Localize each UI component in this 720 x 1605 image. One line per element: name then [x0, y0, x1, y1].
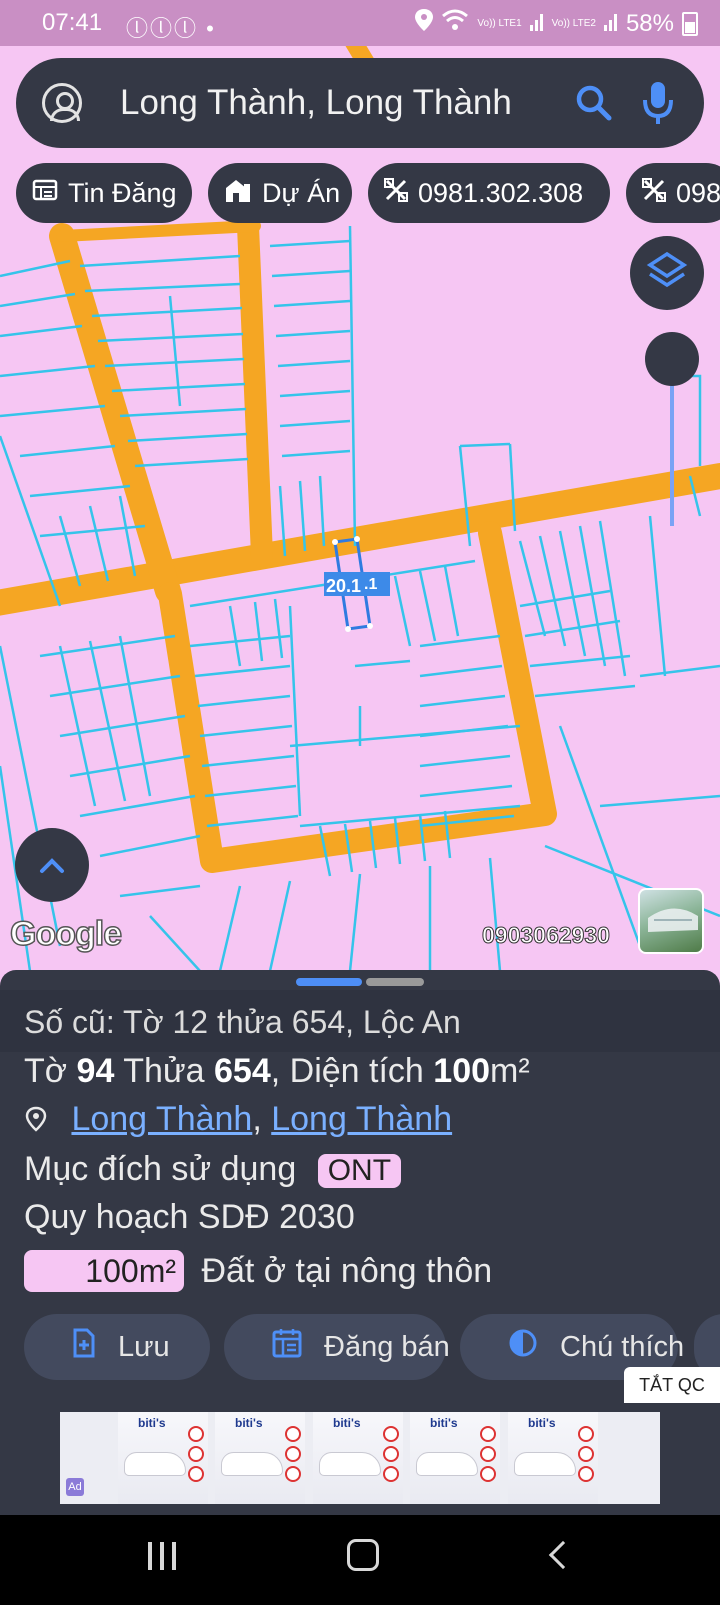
- tools-icon: [384, 177, 408, 209]
- plan-area-box: 100m²: [24, 1250, 184, 1292]
- chip-label: 0981.302.308: [418, 177, 584, 208]
- close-ad-button[interactable]: TẮT QC: [624, 1367, 720, 1403]
- calendar-icon: [272, 1328, 302, 1366]
- ad-badges: [285, 1426, 303, 1496]
- chip-tin-dang[interactable]: Tin Đăng: [16, 163, 192, 223]
- signal1-icon: [529, 10, 544, 38]
- system-nav-bar: [0, 1515, 720, 1605]
- wifi-icon: [441, 9, 469, 38]
- location-pin-icon: [24, 1100, 71, 1138]
- shoe-image: [124, 1452, 186, 1476]
- mic-icon[interactable]: [638, 80, 678, 126]
- to-label: Tờ: [24, 1052, 68, 1090]
- chip-phone-1[interactable]: 0981.302.308: [368, 163, 610, 223]
- search-bar[interactable]: Long Thành, Long Thành: [16, 58, 704, 148]
- parcel-summary: Tờ 94 Thửa 654, Diện tích 100m²: [24, 1052, 530, 1091]
- ad-product[interactable]: biti's: [313, 1412, 403, 1504]
- listing-icon: [32, 178, 58, 209]
- search-query[interactable]: Long Thành, Long Thành: [120, 83, 574, 123]
- parcel-label: 20.1: [326, 576, 361, 596]
- ad-brand: biti's: [333, 1416, 361, 1430]
- ad-banner[interactable]: biti's biti's biti's biti's biti's: [60, 1412, 660, 1504]
- ad-choices-icon[interactable]: Ad: [66, 1478, 84, 1496]
- post-sale-label: Đăng bán: [324, 1330, 450, 1363]
- post-sale-button[interactable]: Đăng bán: [224, 1314, 450, 1380]
- shoe-image: [416, 1452, 478, 1476]
- status-time: 07:41: [42, 9, 103, 36]
- ad-product[interactable]: biti's: [410, 1412, 500, 1504]
- status-bar: 07:41 ⓛⓛⓛ • Vo)) LTE1 Vo)) LTE2 58%: [0, 0, 720, 46]
- shoe-image: [221, 1452, 283, 1476]
- plan-row: 100m² Đất ở tại nông thôn: [24, 1250, 492, 1292]
- ad-badges: [480, 1426, 498, 1496]
- shoe-image: [319, 1452, 381, 1476]
- legend-label: Chú thích: [560, 1330, 685, 1363]
- recent-apps-icon[interactable]: [148, 1542, 178, 1570]
- ad-badges: [383, 1426, 401, 1496]
- chip-phone-2[interactable]: 098: [626, 163, 720, 223]
- plan-label: Quy hoạch SDĐ 2030: [24, 1198, 355, 1236]
- tools-icon: [642, 177, 666, 209]
- save-file-icon: [72, 1328, 96, 1366]
- google-watermark: Google: [9, 914, 123, 954]
- layers-button[interactable]: [630, 236, 704, 310]
- usage-label: Mục đích sử dụng: [24, 1150, 297, 1188]
- ad-brand: biti's: [235, 1416, 263, 1430]
- home-icon[interactable]: [347, 1539, 379, 1571]
- ad-product[interactable]: biti's: [215, 1412, 305, 1504]
- ad-brand: biti's: [528, 1416, 556, 1430]
- location-separator: ,: [252, 1100, 262, 1138]
- chip-du-an[interactable]: Dự Án: [208, 163, 352, 223]
- status-right: Vo)) LTE1 Vo)) LTE2 58%: [415, 9, 698, 38]
- battery-icon: [682, 11, 698, 36]
- ad-brand: biti's: [138, 1416, 166, 1430]
- ad-product[interactable]: biti's: [508, 1412, 598, 1504]
- chip-label: 098: [676, 177, 720, 208]
- shoe-image: [514, 1452, 576, 1476]
- notification-icons: ⓛⓛⓛ •: [126, 16, 216, 41]
- chevron-up-icon: [15, 858, 89, 906]
- sim1-indicator: Vo)) LTE1: [477, 17, 522, 29]
- search-icon[interactable]: [574, 83, 614, 123]
- legend-icon: [508, 1328, 538, 1366]
- back-icon[interactable]: [548, 1540, 578, 1570]
- battery-percent: 58%: [625, 9, 674, 37]
- area-label: , Diện tích: [270, 1052, 424, 1090]
- phone-overlay[interactable]: 0903062930: [482, 922, 611, 949]
- ad-badges: [188, 1426, 206, 1496]
- location-icon: [415, 9, 434, 38]
- ad-badges: [578, 1426, 596, 1496]
- satellite-thumbnail[interactable]: [638, 888, 704, 954]
- signal2-icon: [603, 10, 618, 38]
- area-unit: m²: [490, 1052, 530, 1090]
- sim2-indicator: Vo)) LTE2: [551, 17, 596, 29]
- district-link[interactable]: Long Thành: [71, 1100, 252, 1138]
- usage-row: Mục đích sử dụng ONT: [24, 1150, 402, 1189]
- usage-code-badge: ONT: [317, 1154, 402, 1188]
- building-icon: [224, 178, 252, 209]
- save-button[interactable]: Lưu: [24, 1314, 210, 1380]
- to-value: 94: [76, 1052, 115, 1090]
- thua-value: 654: [214, 1052, 271, 1090]
- ad-brand: biti's: [430, 1416, 458, 1430]
- ward-link[interactable]: Long Thành: [271, 1100, 452, 1138]
- expand-up-button[interactable]: [15, 828, 89, 902]
- ad-product[interactable]: biti's: [118, 1412, 208, 1504]
- chip-label: Dự Án: [262, 177, 341, 208]
- opacity-slider-thumb[interactable]: [645, 332, 699, 386]
- thua-label: Thửa: [123, 1052, 205, 1090]
- parcel-label-suffix: .1: [364, 576, 377, 593]
- save-label: Lưu: [118, 1330, 170, 1363]
- area-value: 100: [433, 1052, 491, 1090]
- old-parcel-number: Số cũ: Tờ 12 thửa 654, Lộc An: [0, 990, 720, 1052]
- sheet-handle-active[interactable]: [296, 978, 362, 986]
- layers-icon: [630, 251, 704, 314]
- sheet-handle[interactable]: [366, 978, 424, 986]
- chip-label: Tin Đăng: [68, 177, 177, 208]
- plan-desc: Đất ở tại nông thôn: [201, 1252, 493, 1290]
- account-icon[interactable]: [42, 83, 82, 123]
- location-row: Long Thành, Long Thành: [24, 1100, 452, 1139]
